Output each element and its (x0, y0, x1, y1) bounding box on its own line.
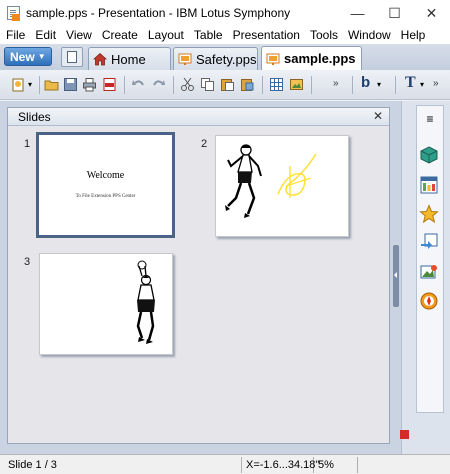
toolbar-separator (39, 76, 40, 94)
layouts-icon[interactable] (419, 175, 439, 195)
menu-help[interactable]: Help (395, 28, 430, 42)
slide-number: 2 (201, 138, 208, 150)
slides-panel-title: Slides (18, 109, 51, 124)
menu-file[interactable]: File (0, 28, 29, 42)
zoom-level[interactable]: 5% (314, 457, 358, 473)
slides-panel: Slides ✕ 1 Welcome To File Extension PPS… (7, 107, 390, 444)
menu-tools[interactable]: Tools (304, 28, 342, 42)
title-bar: sample.pps - Presentation - IBM Lotus Sy… (0, 0, 450, 26)
window-title: sample.pps - Presentation - IBM Lotus Sy… (26, 6, 291, 20)
tab-sample[interactable]: sample.pps (261, 46, 362, 70)
window-controls: — ☐ ✕ (339, 0, 450, 26)
menu-create[interactable]: Create (96, 28, 142, 42)
menu-bar: File Edit View Create Layout Table Prese… (0, 26, 450, 44)
toolbar-separator (311, 76, 312, 94)
copy-icon[interactable] (200, 77, 215, 92)
slide-title: Welcome (86, 170, 125, 181)
toolbar-separator (395, 76, 396, 94)
star-icon[interactable] (419, 204, 439, 224)
gallery-icon[interactable] (419, 262, 439, 282)
properties-icon[interactable] (419, 145, 439, 165)
toolbar-separator (262, 76, 263, 94)
toolbar-separator (124, 76, 125, 94)
toolbar-separator (173, 76, 174, 94)
menu-presentation[interactable]: Presentation (227, 28, 304, 42)
toolbar: ▾ » b ▾ T ▾ » (0, 70, 450, 100)
status-bar: Slide 1 / 3 X=-1.6...34.18" 5% (0, 454, 450, 474)
tab-label: Home (111, 51, 146, 67)
sidebar-indicator (400, 430, 409, 439)
tab-safety[interactable]: Safety.pps (173, 47, 258, 70)
bold-icon[interactable]: b (361, 74, 376, 91)
show-tabs-toggle[interactable] (61, 47, 83, 67)
slide-thumbnail-3[interactable] (39, 253, 173, 355)
tab-label: Safety.pps (196, 51, 257, 67)
maximize-button[interactable]: ☐ (376, 0, 413, 26)
menu-table[interactable]: Table (188, 28, 227, 42)
close-icon[interactable]: ✕ (373, 109, 383, 123)
redo-icon[interactable] (151, 77, 166, 92)
navigator-icon[interactable] (419, 291, 439, 311)
workspace: Slides ✕ 1 Welcome To File Extension PPS… (0, 101, 450, 454)
slide-thumbnail-1[interactable]: Welcome To File Extension PPS Center (36, 132, 175, 238)
presentation-icon (178, 52, 192, 66)
text-icon[interactable]: T (405, 74, 420, 91)
chevron-down-icon: ▼ (37, 52, 46, 61)
new-document-icon[interactable] (11, 77, 26, 92)
chevron-down-icon[interactable]: ▾ (28, 80, 36, 95)
insert-image-icon[interactable] (289, 77, 304, 92)
presentation-icon (266, 52, 280, 66)
slide-counter: Slide 1 / 3 (4, 457, 242, 473)
slide-thumbnail-2[interactable] (215, 135, 349, 237)
close-button[interactable]: ✕ (413, 0, 450, 26)
menu-layout[interactable]: Layout (142, 28, 188, 42)
chevron-icon[interactable]: » (433, 78, 443, 93)
collapse-handle[interactable] (393, 245, 399, 307)
slide-transition-icon[interactable] (419, 232, 439, 252)
tab-label: sample.pps (284, 51, 356, 66)
slide-subtitle: To File Extension PPS Center (75, 194, 136, 199)
app-icon (7, 6, 20, 21)
tab-home[interactable]: Home (88, 47, 171, 70)
slides-panel-header: Slides ✕ (8, 108, 389, 126)
sidebar-menu-icon[interactable]: ≡ (423, 112, 437, 132)
tab-bar: New ▼ Home Safety.pps sample.pps (0, 44, 450, 70)
paste-special-icon[interactable] (240, 77, 255, 92)
cut-icon[interactable] (180, 77, 195, 92)
chevron-down-icon[interactable]: ▾ (377, 80, 385, 95)
new-button[interactable]: New ▼ (4, 47, 52, 66)
menu-edit[interactable]: Edit (29, 28, 60, 42)
minimize-button[interactable]: — (339, 0, 376, 26)
home-icon (92, 52, 108, 66)
slide-number: 3 (24, 256, 31, 268)
chevron-icon[interactable]: » (333, 78, 341, 93)
menu-view[interactable]: View (60, 28, 96, 42)
open-folder-icon[interactable] (44, 77, 59, 92)
basketball-player-illustration (136, 260, 155, 344)
cursor-coordinates: X=-1.6...34.18" (242, 457, 319, 473)
slides-sorter: 1 Welcome To File Extension PPS Center 2 (8, 126, 389, 443)
new-button-label: New (10, 49, 35, 64)
chevron-down-icon[interactable]: ▾ (420, 80, 428, 95)
slide-number: 1 (24, 138, 31, 150)
save-icon[interactable] (63, 77, 78, 92)
print-icon[interactable] (82, 77, 97, 92)
export-pdf-icon[interactable] (102, 77, 117, 92)
paste-icon[interactable] (220, 77, 235, 92)
menu-window[interactable]: Window (342, 28, 395, 42)
toolbar-separator (352, 76, 353, 94)
undo-icon[interactable] (131, 77, 146, 92)
runner-illustration (225, 144, 317, 218)
table-icon[interactable] (269, 77, 284, 92)
